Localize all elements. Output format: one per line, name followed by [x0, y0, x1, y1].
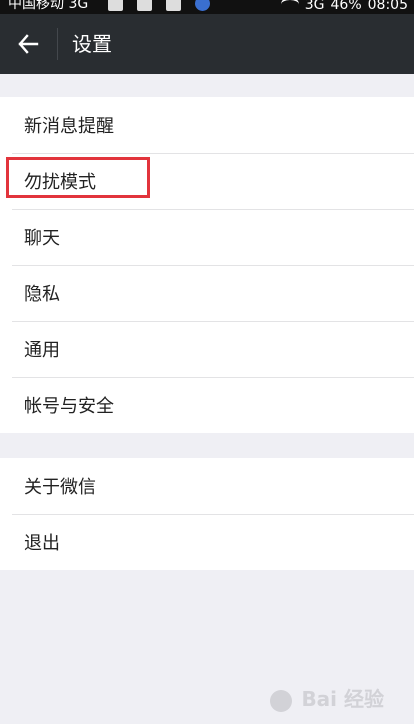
- network-type: 3G: [304, 0, 325, 13]
- notification-icon: [137, 0, 152, 11]
- arrow-left-icon: [18, 34, 39, 54]
- settings-group-main: 新消息提醒 勿扰模式 聊天 隐私 通用 帐号与安全: [0, 97, 414, 433]
- settings-item-chat[interactable]: 聊天: [0, 209, 414, 265]
- wifi-icon: [281, 0, 299, 12]
- notification-icon: [108, 0, 123, 11]
- clock: 08:05: [367, 0, 408, 13]
- settings-item-logout[interactable]: 退出: [0, 514, 414, 570]
- settings-item-label: 退出: [24, 533, 60, 554]
- settings-item-account-security[interactable]: 帐号与安全: [0, 377, 414, 433]
- highlight-annotation-box: [6, 157, 150, 198]
- page-title: 设置: [72, 32, 112, 56]
- settings-group-about: 关于微信 退出: [0, 458, 414, 570]
- settings-item-new-message-alerts[interactable]: 新消息提醒: [0, 97, 414, 153]
- settings-item-label: 新消息提醒: [24, 116, 114, 137]
- carrier-label: 中国移动 3G: [8, 0, 89, 12]
- app-bar: 设置: [0, 14, 414, 74]
- battery-level: 46%: [330, 0, 362, 13]
- settings-item-label: 帐号与安全: [24, 396, 114, 417]
- baidu-paw-icon: [270, 689, 293, 712]
- settings-item-label: 通用: [24, 340, 60, 361]
- settings-item-privacy[interactable]: 隐私: [0, 265, 414, 321]
- settings-item-label: 聊天: [24, 228, 60, 249]
- back-button[interactable]: [14, 30, 42, 58]
- header-divider: [57, 28, 58, 60]
- watermark: Bai 经验: [268, 683, 384, 712]
- image-icon: [166, 0, 181, 11]
- status-bar: 中国移动 3G 3G 46% 08:05: [0, 0, 414, 14]
- app-notification-icon: [195, 0, 210, 11]
- settings-item-label: 关于微信: [24, 477, 96, 498]
- watermark-text: Bai 经验: [301, 687, 384, 711]
- settings-item-general[interactable]: 通用: [0, 321, 414, 377]
- settings-item-about-wechat[interactable]: 关于微信: [0, 458, 414, 514]
- settings-item-label: 隐私: [24, 284, 60, 305]
